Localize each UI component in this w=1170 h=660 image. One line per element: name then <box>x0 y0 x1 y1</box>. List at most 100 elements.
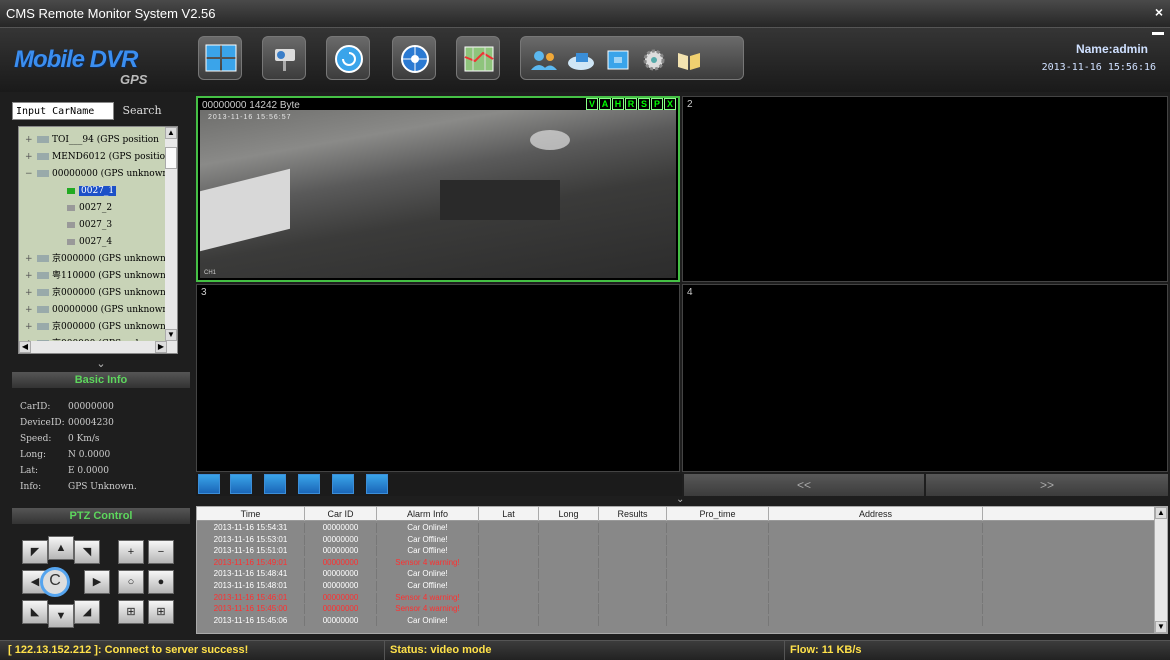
close-button[interactable]: × <box>1152 4 1166 20</box>
zoom-out-button[interactable]: − <box>148 540 174 564</box>
preset-button[interactable]: ⊞ <box>118 600 144 624</box>
channel-tag-button[interactable]: P <box>651 98 663 110</box>
scroll-thumb[interactable] <box>165 147 177 169</box>
scroll-up-icon[interactable]: ▲ <box>165 127 177 139</box>
playback-button[interactable] <box>326 36 370 80</box>
gps-button[interactable] <box>392 36 436 80</box>
layout-4x4-icon[interactable] <box>332 474 354 494</box>
collapse-chevron-icon[interactable]: ⌄ <box>12 358 190 370</box>
fullscreen-icon[interactable] <box>366 474 388 494</box>
iris-open-button[interactable]: ○ <box>118 570 144 594</box>
scroll-right-icon[interactable]: ▶ <box>155 341 167 353</box>
grid-button[interactable]: ⊞ <box>148 600 174 624</box>
table-row[interactable]: 2013-11-16 15:51:01 00000000 Car Offline! <box>197 546 1155 557</box>
table-row[interactable]: 2013-11-16 15:45:00 00000000 Sensor 4 warn… <box>197 604 1155 615</box>
tree-vehicle-item[interactable]: − 00000000 (GPS unknown <box>19 165 173 183</box>
scroll-left-icon[interactable]: ◀ <box>19 341 31 353</box>
tree-channel-item[interactable]: 0027_1 <box>19 182 173 200</box>
video-panel-4[interactable]: 4 <box>682 284 1168 472</box>
table-cell: 00000000 <box>305 534 377 545</box>
scroll-down-icon[interactable]: ▼ <box>1155 621 1167 633</box>
video-grid-button[interactable] <box>198 36 242 80</box>
column-header[interactable]: Address <box>769 507 983 521</box>
table-row[interactable]: 2013-11-16 15:46:01 00000000 Sensor 4 warn… <box>197 592 1155 603</box>
table-row[interactable]: 2013-11-16 15:45:06 00000000 Car Online! <box>197 615 1155 626</box>
channel-tag-button[interactable]: R <box>625 98 637 110</box>
table-row[interactable]: 2013-11-16 15:49:01 00000000 Sensor 4 warn… <box>197 557 1155 568</box>
column-header[interactable]: Results <box>599 507 667 521</box>
tree-vehicle-item[interactable]: + TOI___94 (GPS position <box>19 131 173 149</box>
expand-icon[interactable]: + <box>25 267 34 285</box>
cloud-icon[interactable] <box>566 49 596 71</box>
column-header[interactable]: Car ID <box>305 507 377 521</box>
ptz-up-right-icon[interactable]: ◥ <box>74 540 100 564</box>
tree-vehicle-item[interactable]: + 京000000 (GPS unknown <box>19 250 173 268</box>
expand-icon[interactable]: + <box>25 250 34 268</box>
layout-1x1-icon[interactable] <box>198 474 220 494</box>
channel-tag-button[interactable]: H <box>612 98 624 110</box>
channel-tag-button[interactable]: X <box>664 98 676 110</box>
vehicle-tree[interactable]: + TOI___94 (GPS position + MEND6012 (GPS po… <box>18 126 178 354</box>
expand-icon[interactable]: + <box>25 318 34 336</box>
tree-channel-item[interactable]: 0027_4 <box>19 233 173 251</box>
splitter-chevron-icon[interactable]: ⌄ <box>676 494 684 505</box>
video-panel-3[interactable]: 3 <box>196 284 680 472</box>
ptz-up-left-icon[interactable]: ◤ <box>22 540 48 564</box>
next-page-button[interactable]: >> <box>926 474 1168 496</box>
device-icon[interactable] <box>606 49 630 71</box>
users-icon[interactable] <box>530 49 558 71</box>
book-icon[interactable] <box>676 49 702 71</box>
column-header[interactable]: Alarm Info <box>377 507 479 521</box>
tree-vehicle-item[interactable]: + 京000000 (GPS unknown <box>19 284 173 302</box>
tree-horizontal-scrollbar[interactable]: ◀ ▶ <box>19 341 177 353</box>
tree-vehicle-item[interactable]: + MEND6012 (GPS position <box>19 148 173 166</box>
channel-tag-button[interactable]: A <box>599 98 611 110</box>
tree-vehicle-item[interactable]: + 粤110000 (GPS unknown <box>19 267 173 285</box>
ptz-down-icon[interactable]: ▼ <box>48 604 74 628</box>
alarm-table[interactable]: Time Car ID Alarm Info Lat Long Results Pro_ti… <box>196 506 1168 634</box>
scroll-down-icon[interactable]: ▼ <box>165 329 177 341</box>
column-header[interactable]: Time <box>197 507 305 521</box>
prev-page-button[interactable]: << <box>684 474 924 496</box>
tree-channel-item[interactable]: 0027_2 <box>19 199 173 217</box>
search-button[interactable]: Search <box>116 102 168 120</box>
expand-icon[interactable]: + <box>25 301 34 319</box>
zoom-in-button[interactable]: + <box>118 540 144 564</box>
video-panel-1[interactable]: 00000000 14242 Byte VAHRSPX 2013-11-16 1… <box>196 96 680 282</box>
ptz-down-left-icon[interactable]: ◣ <box>22 600 48 624</box>
expand-icon[interactable]: + <box>25 148 34 166</box>
video-panel-2[interactable]: 2 <box>682 96 1168 282</box>
camera-button[interactable] <box>262 36 306 80</box>
expand-icon[interactable]: + <box>25 131 34 149</box>
collapse-icon[interactable]: − <box>25 165 34 183</box>
minimize-button[interactable] <box>1152 32 1164 35</box>
channel-tag-button[interactable]: V <box>586 98 598 110</box>
layout-2x2-icon[interactable] <box>230 474 252 494</box>
ptz-right-icon[interactable]: ▶ <box>84 570 110 594</box>
column-header[interactable]: Long <box>539 507 599 521</box>
search-input[interactable]: Input CarName <box>12 102 114 120</box>
layout-3x3-icon[interactable] <box>298 474 320 494</box>
tree-vehicle-item[interactable]: + 京000000 (GPS unknown <box>19 318 173 336</box>
map-button[interactable] <box>456 36 500 80</box>
ptz-center-icon[interactable]: C <box>40 567 70 597</box>
table-row[interactable]: 2013-11-16 15:54:31 00000000 Car Online! <box>197 523 1155 533</box>
gear-icon[interactable] <box>642 49 666 71</box>
ptz-down-right-icon[interactable]: ◢ <box>74 600 100 624</box>
column-header[interactable]: Pro_time <box>667 507 769 521</box>
table-row[interactable]: 2013-11-16 15:48:01 00000000 Car Offline! <box>197 581 1155 591</box>
column-header[interactable]: Lat <box>479 507 539 521</box>
layout-1plus5-icon[interactable] <box>264 474 286 494</box>
table-row[interactable]: 2013-11-16 15:53:01 00000000 Car Offline! <box>197 534 1155 545</box>
table-cell <box>667 569 769 580</box>
tree-vertical-scrollbar[interactable]: ▲ ▼ <box>165 127 177 341</box>
tree-channel-item[interactable]: 0027_3 <box>19 216 173 234</box>
expand-icon[interactable]: + <box>25 284 34 302</box>
channel-tag-button[interactable]: S <box>638 98 650 110</box>
alarm-vertical-scrollbar[interactable]: ▲ ▼ <box>1154 507 1167 633</box>
ptz-up-icon[interactable]: ▲ <box>48 536 74 560</box>
iris-close-button[interactable]: ● <box>148 570 174 594</box>
tree-vehicle-item[interactable]: +00000000 (GPS unknown <box>19 301 173 319</box>
scroll-up-icon[interactable]: ▲ <box>1155 507 1167 519</box>
table-row[interactable]: 2013-11-16 15:48:41 00000000 Car Online! <box>197 569 1155 580</box>
